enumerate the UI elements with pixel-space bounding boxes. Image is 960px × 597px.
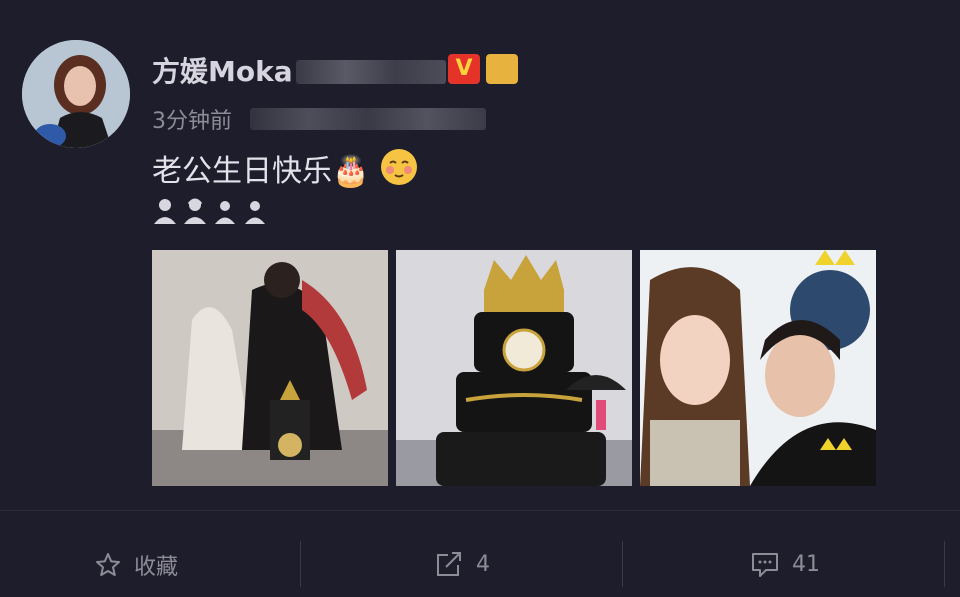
- blurred-text: [296, 60, 446, 84]
- post-text-content: 老公生日快乐🎂: [152, 154, 370, 189]
- share-count: 4: [476, 551, 490, 577]
- person-icon: [184, 198, 206, 224]
- blurred-source: [250, 108, 486, 130]
- post-time[interactable]: 3分钟前: [152, 103, 232, 135]
- divider: [944, 541, 945, 587]
- favorite-label: 收藏: [134, 555, 179, 580]
- avatar[interactable]: [22, 40, 130, 148]
- blush-face-icon: [380, 149, 417, 185]
- author-name[interactable]: 方媛Moka: [152, 50, 293, 90]
- member-badge-icon[interactable]: [486, 54, 518, 84]
- verified-icon[interactable]: V: [448, 54, 480, 84]
- star-icon: [96, 553, 120, 576]
- post-photo-3[interactable]: [640, 250, 876, 486]
- share-icon: [437, 552, 461, 576]
- comment-icon: [752, 553, 778, 577]
- share-button[interactable]: 4: [434, 549, 490, 579]
- family-photo: [152, 250, 388, 486]
- comment-count: 41: [792, 551, 820, 577]
- person-icon: [245, 201, 265, 224]
- action-bar: 收藏 4 41: [0, 510, 960, 597]
- person-icon: [154, 199, 176, 224]
- person-icon: [215, 201, 235, 224]
- divider: [622, 541, 623, 587]
- comment-button[interactable]: 41: [750, 549, 820, 579]
- birthday-cake-photo: [396, 250, 632, 486]
- emoji-row: [152, 196, 268, 224]
- favorite-button[interactable]: 收藏: [94, 549, 178, 581]
- selfie-photo: [640, 250, 876, 486]
- post-photo-1[interactable]: [152, 250, 388, 486]
- avatar-image: [22, 40, 130, 148]
- post-photo-2[interactable]: [396, 250, 632, 486]
- divider: [300, 541, 301, 587]
- post-text: 老公生日快乐🎂: [152, 146, 419, 190]
